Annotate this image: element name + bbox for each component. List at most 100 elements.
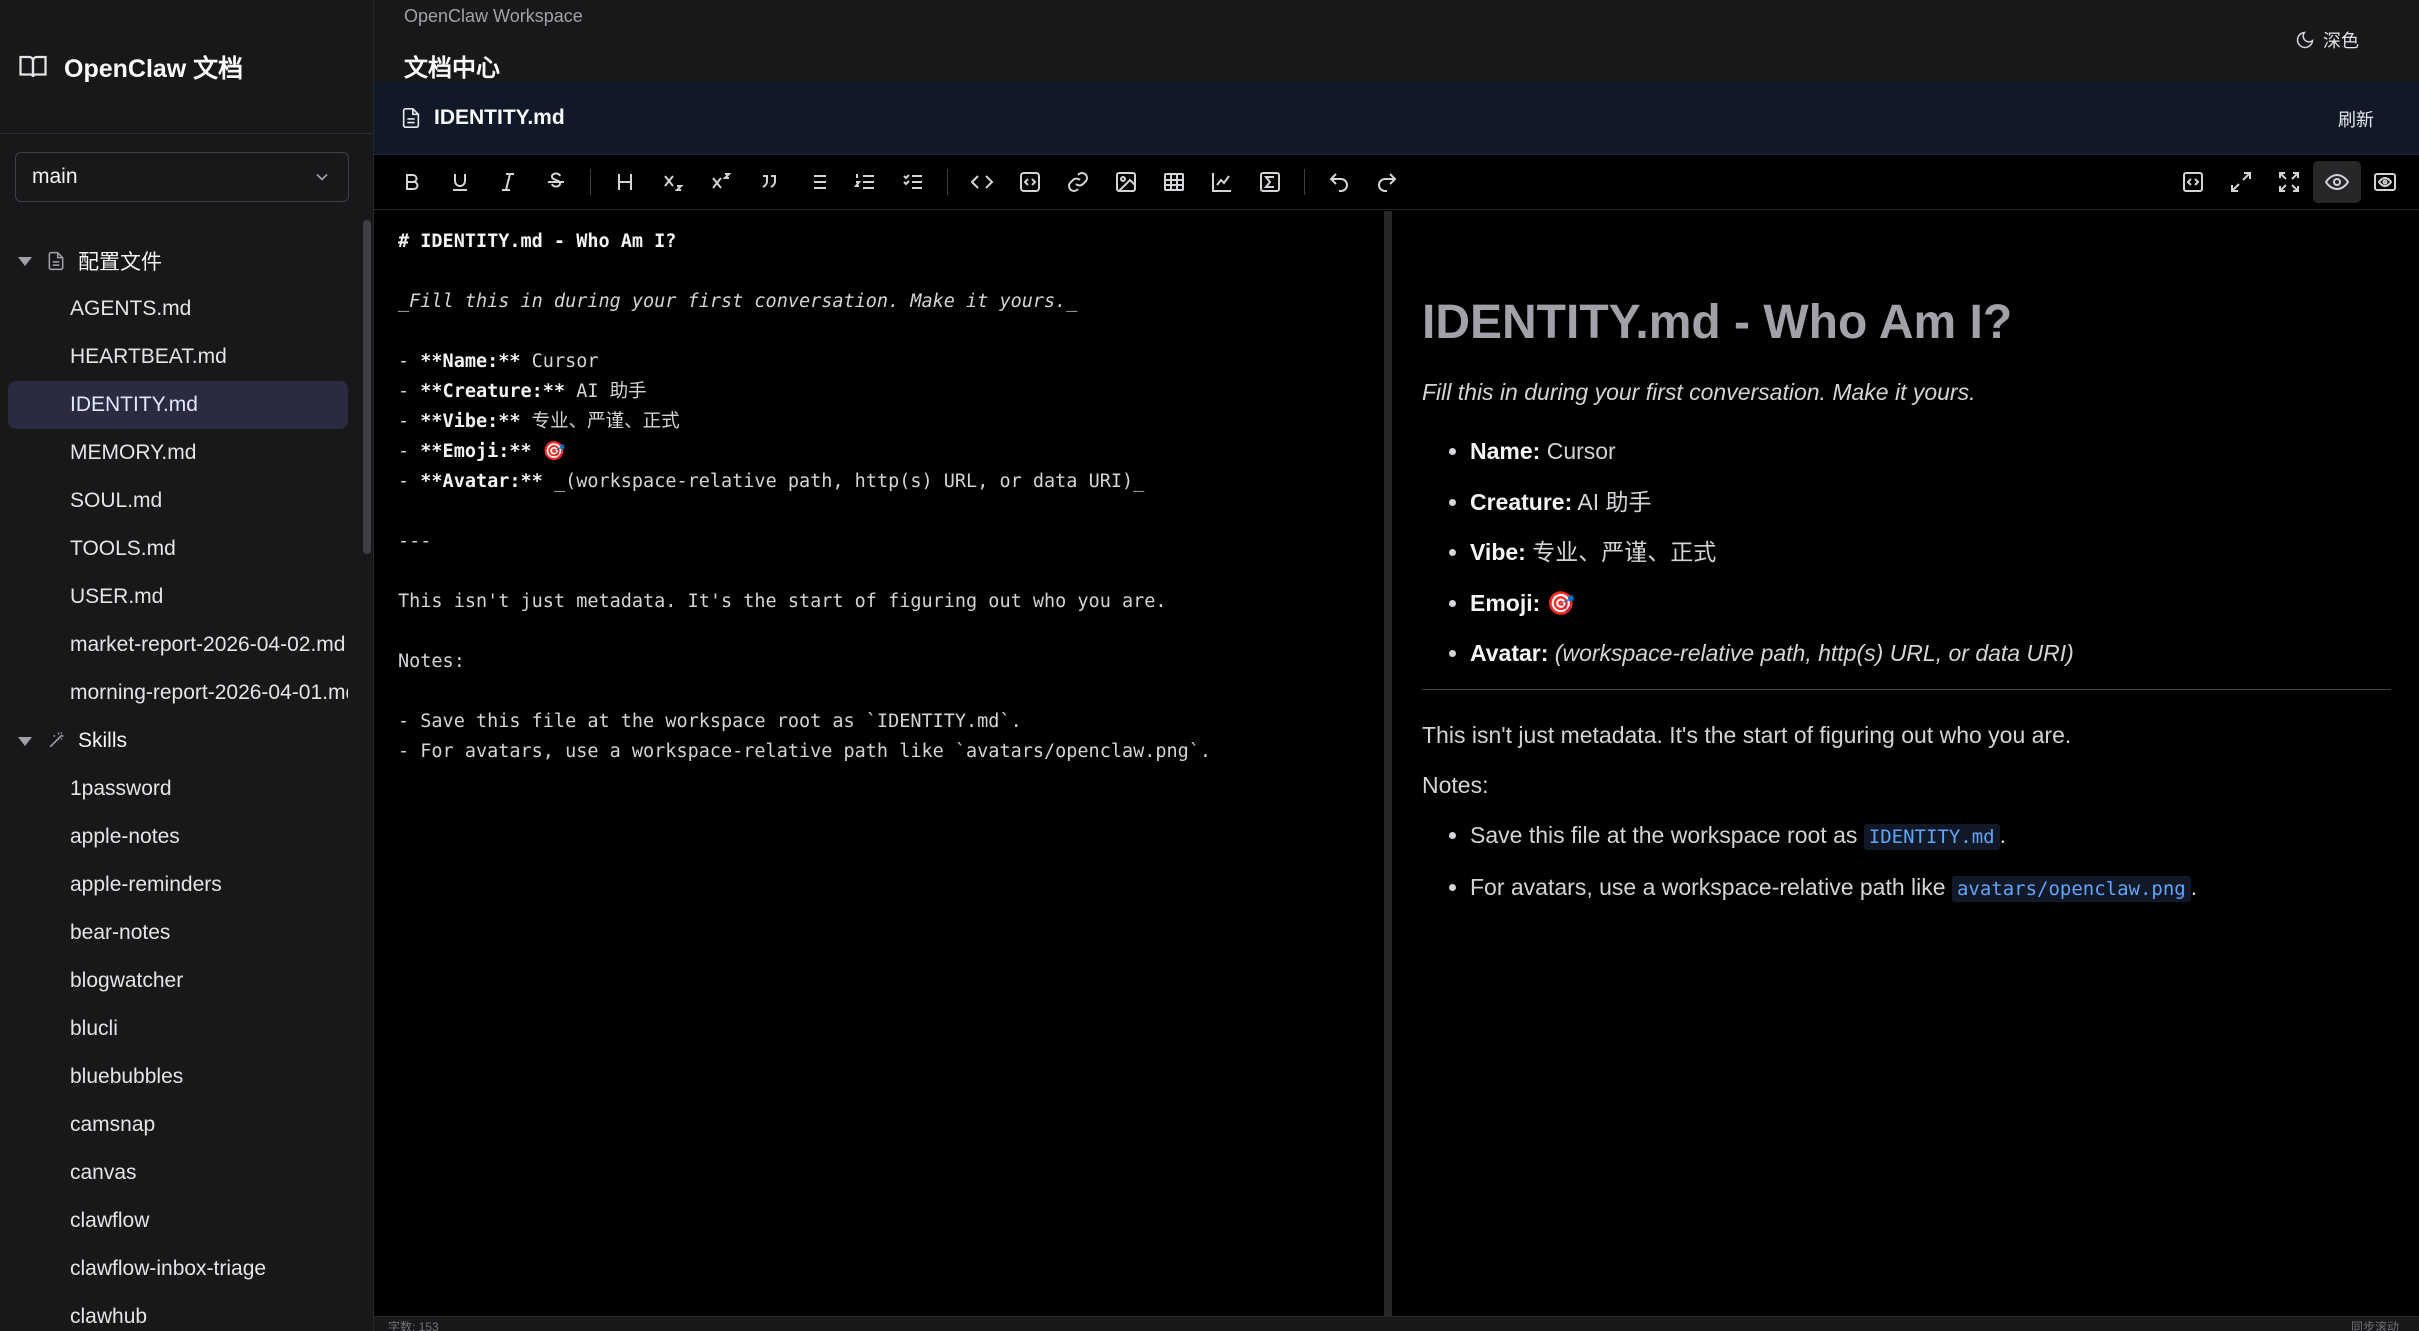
inline-code-button[interactable] (958, 161, 1006, 203)
sidebar-title: OpenClaw 文档 (64, 54, 244, 83)
underline-button[interactable] (436, 161, 484, 203)
editor-line[interactable] (398, 317, 1360, 347)
strikethrough-icon (548, 172, 564, 188)
sidebar-item[interactable]: TOOLS.md (8, 525, 348, 573)
editor-line[interactable]: _Fill this in during your first conversa… (398, 287, 1360, 317)
tree-group-label: 配置文件 (78, 251, 162, 274)
sidebar-header: OpenClaw 文档 (0, 0, 373, 134)
editor-preview-splitter[interactable] (1384, 211, 1392, 1316)
ordered-list-button[interactable] (841, 161, 889, 203)
sidebar-item[interactable]: market-report-2026-04-02.md (8, 621, 348, 669)
editor-line[interactable]: This isn't just metadata. It's the start… (398, 587, 1360, 617)
preview-note-tail: . (1999, 821, 2006, 848)
formula-button[interactable] (1246, 161, 1294, 203)
sidebar-item[interactable]: 1password (8, 765, 348, 813)
bullet-list-icon (809, 175, 826, 189)
sidebar-item[interactable]: blogwatcher (8, 957, 348, 1005)
sidebar-item[interactable]: morning-report-2026-04-01.md (8, 669, 348, 717)
sidebar-item[interactable]: clawflow (8, 1197, 348, 1245)
toolbar-divider (590, 169, 591, 195)
link-icon (1068, 172, 1088, 192)
strikethrough-button[interactable] (532, 161, 580, 203)
theme-toggle-button[interactable]: 深色 (2295, 27, 2359, 53)
sidebar-item[interactable]: HEARTBEAT.md (8, 333, 348, 381)
sidebar-scrollbar[interactable] (363, 220, 371, 554)
branch-select[interactable]: main (15, 152, 349, 202)
sidebar-item[interactable]: clawhub (8, 1293, 348, 1331)
sidebar-item[interactable]: bluebubbles (8, 1053, 348, 1101)
sidebar-item[interactable]: IDENTITY.md (8, 381, 348, 429)
expand-button[interactable] (2217, 161, 2265, 203)
preview-field-value: AI 助手 (1572, 488, 1652, 515)
chart-button[interactable] (1198, 161, 1246, 203)
task-list-button[interactable] (889, 161, 937, 203)
sidebar-item[interactable]: USER.md (8, 573, 348, 621)
bullet-list-button[interactable] (793, 161, 841, 203)
editor-line[interactable] (398, 617, 1360, 647)
table-button[interactable] (1150, 161, 1198, 203)
word-count: 字数: 153 (388, 1320, 439, 1331)
editor-line[interactable] (398, 257, 1360, 287)
editor-line[interactable]: Notes: (398, 647, 1360, 677)
sidebar-item[interactable]: camsnap (8, 1101, 348, 1149)
code-block-button[interactable] (1006, 161, 1054, 203)
preview-field-item: Creature: AI 助手 (1470, 477, 2391, 528)
preview-note-item: Save this file at the workspace root as … (1470, 810, 2391, 863)
heading-button[interactable] (601, 161, 649, 203)
editor-line[interactable]: - For avatars, use a workspace-relative … (398, 737, 1360, 767)
workspace-label: OpenClaw Workspace (404, 6, 583, 26)
editor-line[interactable]: # IDENTITY.md - Who Am I? (398, 227, 1360, 257)
preview-only-button[interactable] (2361, 161, 2409, 203)
book-icon (18, 52, 48, 82)
sidebar-item[interactable]: apple-notes (8, 813, 348, 861)
sync-scroll-toggle[interactable]: 同步滚动 (2351, 1318, 2399, 1331)
quote-button[interactable] (745, 161, 793, 203)
editor-line[interactable]: - Save this file at the workspace root a… (398, 707, 1360, 737)
italic-button[interactable] (484, 161, 532, 203)
refresh-button[interactable]: 刷新 (2338, 106, 2374, 132)
editor-line[interactable]: - **Creature:** AI 助手 (398, 377, 1360, 407)
code-block-icon (1020, 172, 1040, 192)
fullscreen-button[interactable] (2265, 161, 2313, 203)
undo-button[interactable] (1315, 161, 1363, 203)
sidebar-item[interactable]: AGENTS.md (8, 285, 348, 333)
sidebar-item[interactable]: SOUL.md (8, 477, 348, 525)
preview-note-item: For avatars, use a workspace-relative pa… (1470, 862, 2391, 915)
sidebar-item[interactable]: apple-reminders (8, 861, 348, 909)
bold-button[interactable] (388, 161, 436, 203)
image-icon (1116, 172, 1136, 192)
moon-icon (2295, 30, 2315, 50)
markdown-editor[interactable]: # IDENTITY.md - Who Am I? _Fill this in … (374, 211, 1384, 1316)
undo-icon (1329, 173, 1348, 192)
preview-field-key: Avatar: (1470, 640, 1549, 666)
editor-line[interactable]: - **Name:** Cursor (398, 347, 1360, 377)
editor-line[interactable] (398, 497, 1360, 527)
toolbar-divider (947, 169, 948, 195)
sidebar-item[interactable]: clawflow-inbox-triage (8, 1245, 348, 1293)
sidebar-item[interactable]: canvas (8, 1149, 348, 1197)
main-area: OpenClaw Workspace 文档中心 深色 IDENTITY.md 刷… (374, 0, 2419, 1331)
sidebar-item[interactable]: MEMORY.md (8, 429, 348, 477)
image-button[interactable] (1102, 161, 1150, 203)
editor-line[interactable]: - **Avatar:** _(workspace-relative path,… (398, 467, 1360, 497)
preview-toggle-button[interactable] (2313, 161, 2361, 203)
status-bar: 字数: 153 同步滚动 (374, 1316, 2419, 1331)
link-button[interactable] (1054, 161, 1102, 203)
subscript-button[interactable] (649, 161, 697, 203)
editor-line[interactable]: - **Emoji:** 🎯 (398, 437, 1360, 467)
source-mode-button[interactable] (2169, 161, 2217, 203)
tree-group-0[interactable]: 配置文件 (0, 237, 360, 285)
superscript-button[interactable] (697, 161, 745, 203)
preview-eye-box-icon (2374, 173, 2396, 191)
preview-note-text: For avatars, use a workspace-relative pa… (1470, 874, 1952, 900)
sidebar-item[interactable]: blucli (8, 1005, 348, 1053)
editor-line[interactable]: --- (398, 527, 1360, 557)
editor-line[interactable] (398, 557, 1360, 587)
editor-line[interactable] (398, 677, 1360, 707)
redo-button[interactable] (1363, 161, 1411, 203)
editor-line[interactable]: - **Vibe:** 专业、严谨、正式 (398, 407, 1360, 437)
source-code-icon (2183, 172, 2203, 192)
sidebar-item[interactable]: bear-notes (8, 909, 348, 957)
chart-icon (1212, 173, 1231, 192)
tree-group-1[interactable]: Skills (0, 717, 360, 765)
